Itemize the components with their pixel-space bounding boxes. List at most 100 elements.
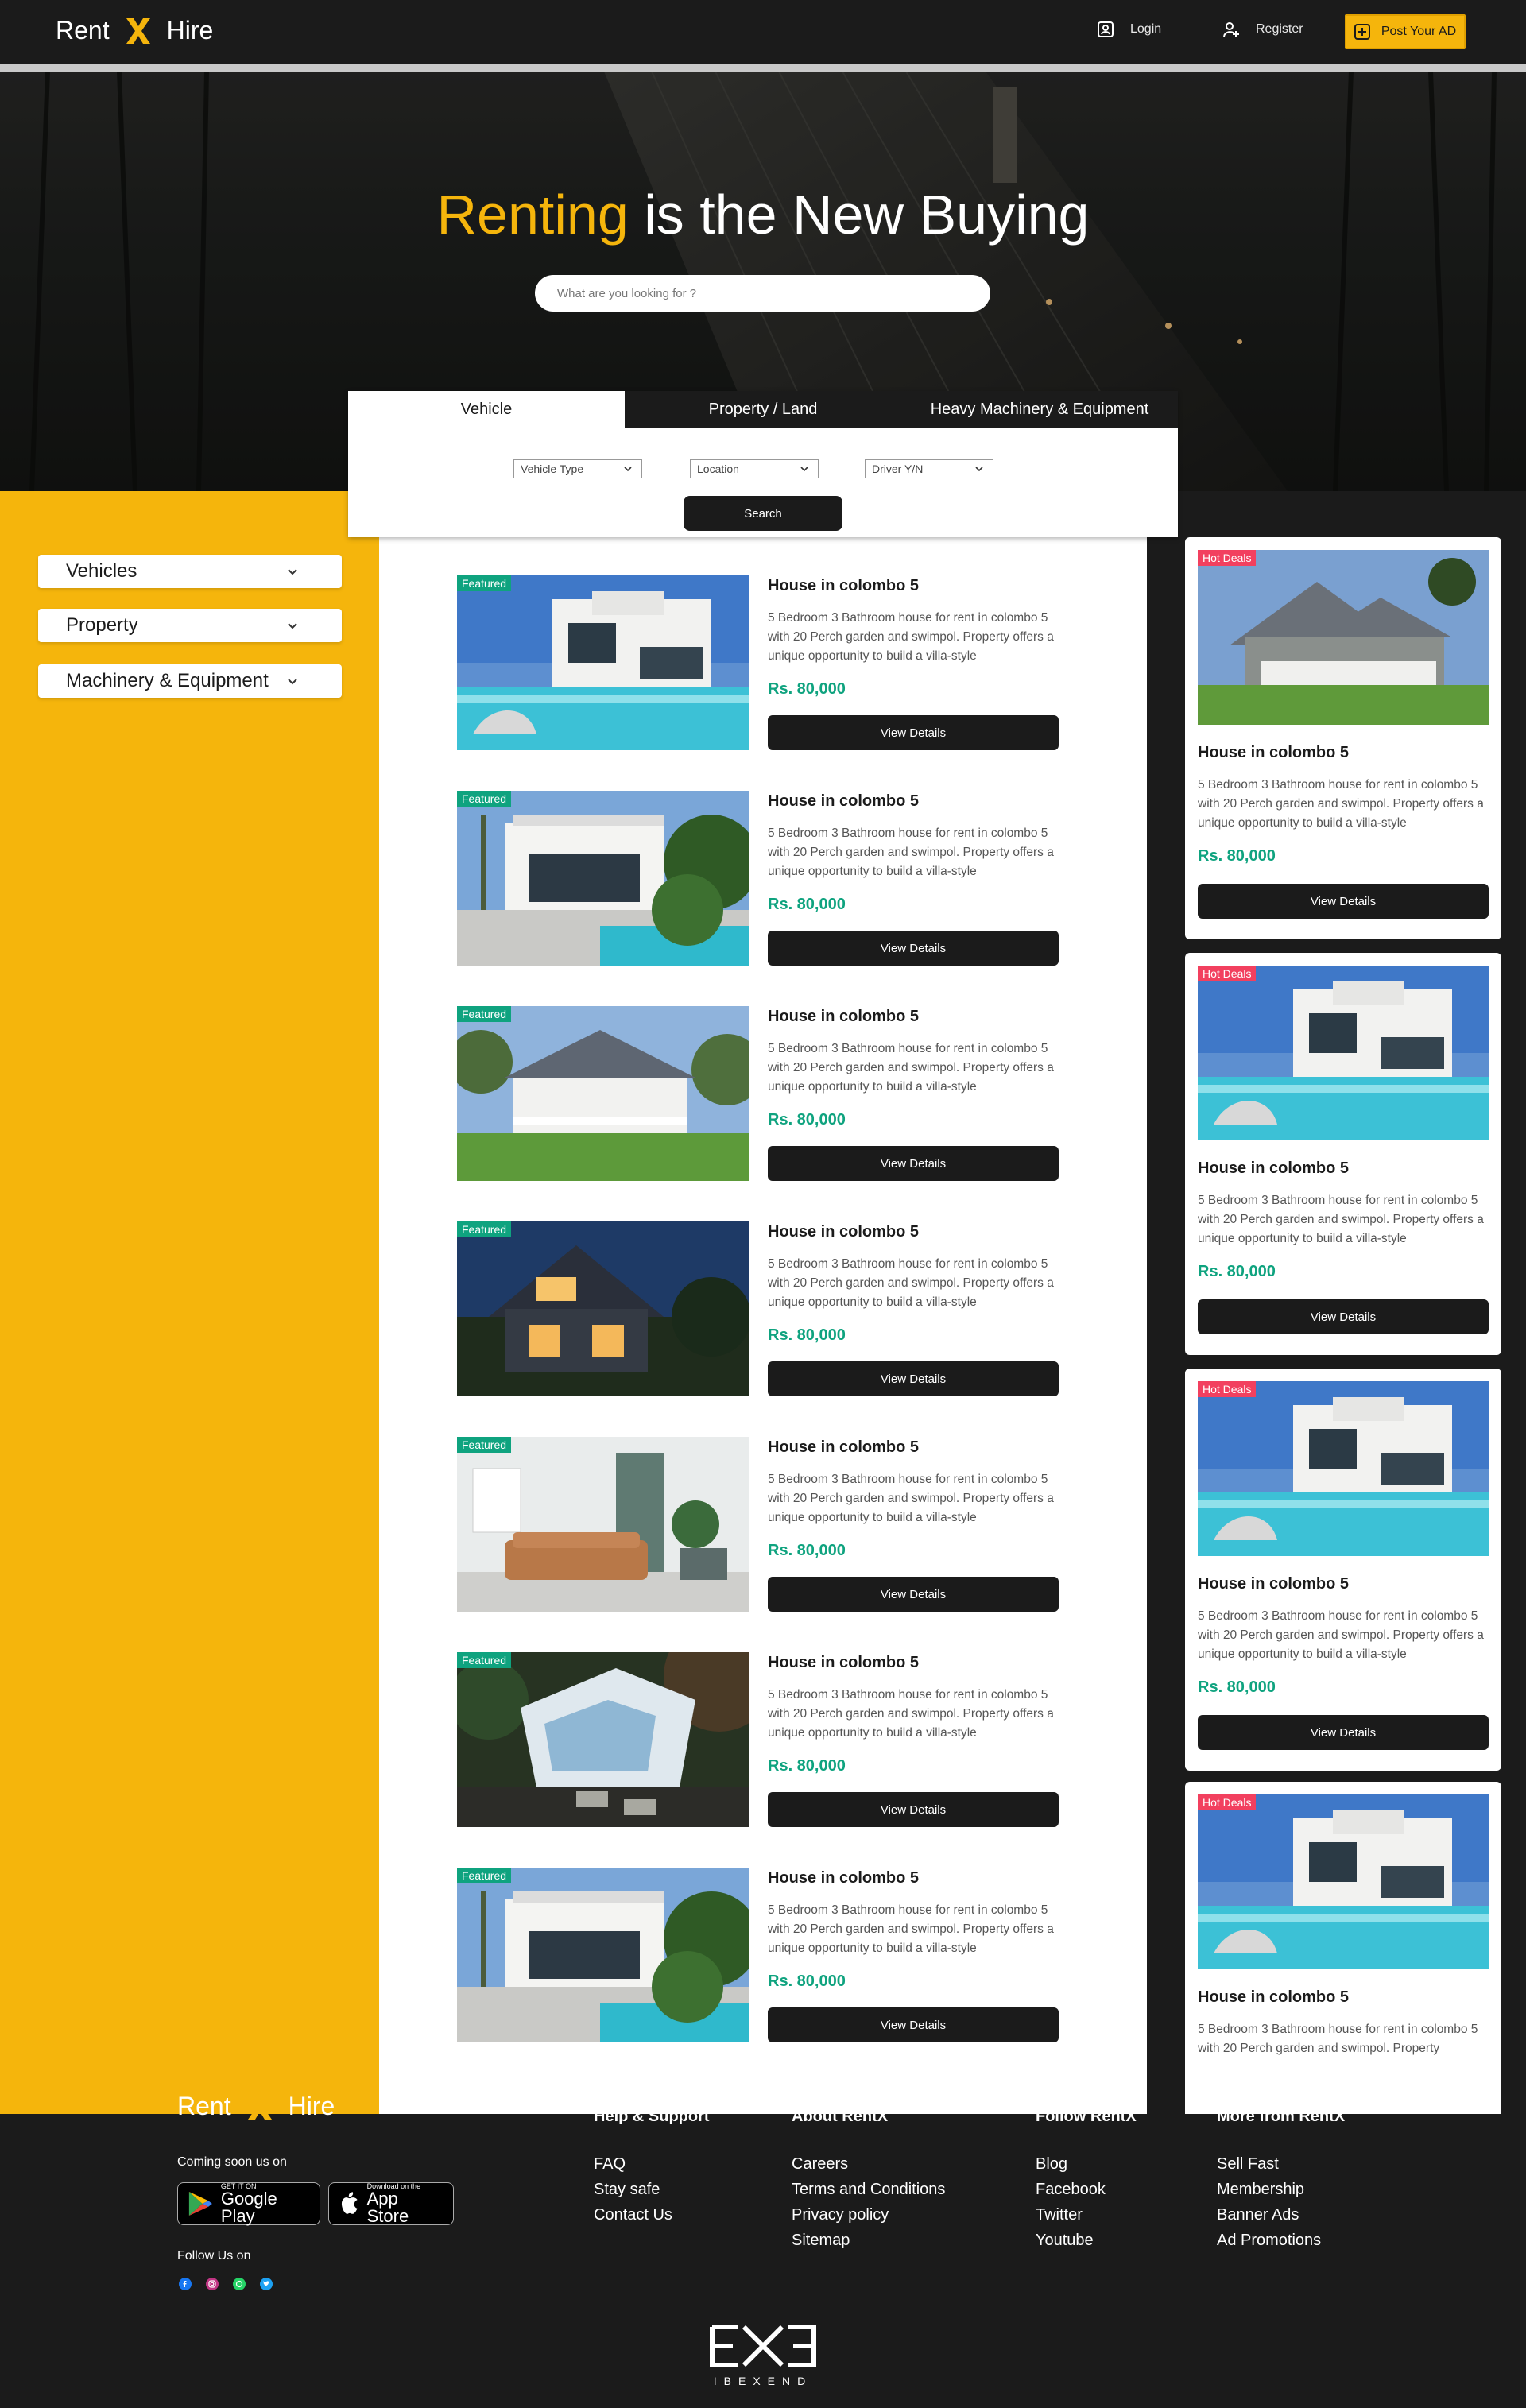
footer-link-stay-safe[interactable]: Stay safe (594, 2181, 660, 2199)
listing-photo[interactable]: Featured (457, 1868, 749, 2042)
listing-title[interactable]: House in colombo 5 (768, 1869, 919, 1887)
hot-deal-card[interactable]: Hot Deals House in colombo 5 5 Bedroom 3… (1185, 1782, 1501, 2114)
driver-select[interactable]: Driver Y/N (865, 459, 993, 478)
view-details-button[interactable]: View Details (768, 2007, 1059, 2042)
footer-link-careers[interactable]: Careers (792, 2155, 848, 2174)
listing-image (457, 1006, 749, 1181)
footer-logo[interactable]: Rent Hire (177, 2092, 335, 2121)
view-details-button[interactable]: View Details (768, 1792, 1059, 1827)
hot-deal-photo[interactable]: Hot Deals (1198, 550, 1489, 725)
tab-property-land[interactable]: Property / Land (625, 391, 901, 428)
vehicle-type-select[interactable]: Vehicle Type (513, 459, 642, 478)
driver-select-value: Driver Y/N (872, 463, 924, 475)
footer-link-privacy[interactable]: Privacy policy (792, 2206, 889, 2224)
hero-title-accent: Renting (436, 184, 629, 246)
footer-col-title-follow: Follow RentX (1036, 2108, 1137, 2125)
hot-deals-badge: Hot Deals (1198, 1381, 1257, 1397)
hot-deal-card[interactable]: Hot Deals House in colombo 5 5 Bedroom 3… (1185, 953, 1501, 1355)
view-details-button[interactable]: View Details (1198, 884, 1489, 919)
instagram-icon[interactable] (206, 2278, 219, 2290)
footer-link-sell-fast[interactable]: Sell Fast (1217, 2155, 1279, 2174)
view-details-button[interactable]: View Details (1198, 1299, 1489, 1334)
post-ad-label: Post Your AD (1381, 25, 1457, 38)
site-logo[interactable]: Rent Hire (56, 16, 213, 45)
listing-card[interactable]: Featured House in colombo 5 5 Bedroom 3 … (457, 1221, 1061, 1398)
apple-icon (341, 2192, 358, 2214)
hot-deal-title[interactable]: House in colombo 5 (1198, 1159, 1349, 1178)
view-details-button[interactable]: View Details (1198, 1715, 1489, 1750)
tab-vehicle[interactable]: Vehicle (348, 391, 625, 428)
hot-deal-title[interactable]: House in colombo 5 (1198, 1988, 1349, 2007)
listing-price: Rs. 80,000 (768, 680, 846, 698)
listing-title[interactable]: House in colombo 5 (768, 577, 919, 595)
hot-deal-description: 5 Bedroom 3 Bathroom house for rent in c… (1198, 1609, 1484, 1661)
footer-link-membership[interactable]: Membership (1217, 2181, 1304, 2199)
view-details-button[interactable]: View Details (768, 715, 1059, 750)
follow-us-label: Follow Us on (177, 2249, 251, 2263)
register-link[interactable]: Register (1222, 21, 1303, 38)
hero-search-input[interactable] (535, 275, 990, 312)
listing-photo[interactable]: Featured (457, 791, 749, 966)
hot-deal-photo[interactable]: Hot Deals (1198, 966, 1489, 1140)
view-details-button[interactable]: View Details (768, 1577, 1059, 1612)
sidebar-item-machinery[interactable]: Machinery & Equipment (38, 664, 342, 698)
search-button[interactable]: Search (684, 496, 842, 531)
listing-description: 5 Bedroom 3 Bathroom house for rent in c… (768, 1903, 1054, 1955)
footer-link-banner-ads[interactable]: Banner Ads (1217, 2206, 1299, 2224)
plus-square-icon (1354, 24, 1370, 40)
listing-card[interactable]: Featured House in colombo 5 5 Bedroom 3 … (457, 1652, 1061, 1829)
footer-col-title-more: More from RentX (1217, 2108, 1346, 2125)
hot-deal-card[interactable]: Hot Deals House in colombo 5 5 Bedroom 3… (1185, 1369, 1501, 1771)
listing-photo[interactable]: Featured (457, 575, 749, 750)
location-select[interactable]: Location (690, 459, 819, 478)
app-store-badge[interactable]: Download on the App Store (328, 2182, 454, 2225)
footer-link-twitter[interactable]: Twitter (1036, 2206, 1083, 2224)
footer-link-facebook[interactable]: Facebook (1036, 2181, 1106, 2199)
tab-heavy-machinery[interactable]: Heavy Machinery & Equipment (901, 391, 1178, 428)
listing-price: Rs. 80,000 (768, 896, 846, 913)
footer-link-blog[interactable]: Blog (1036, 2155, 1067, 2174)
listing-title[interactable]: House in colombo 5 (768, 792, 919, 811)
hot-deal-photo[interactable]: Hot Deals (1198, 1381, 1489, 1556)
listing-card[interactable]: Featured House in colombo 5 5 Bedroom 3 … (457, 1006, 1061, 1183)
hot-deal-image (1198, 966, 1489, 1140)
footer-link-ad-promotions[interactable]: Ad Promotions (1217, 2232, 1321, 2250)
logo-text-hire: Hire (288, 2092, 335, 2120)
listing-card[interactable]: Featured House in colombo 5 5 Bedroom 3 … (457, 575, 1061, 752)
listing-photo[interactable]: Featured (457, 1006, 749, 1181)
twitter-icon[interactable] (260, 2278, 273, 2290)
footer-link-faq[interactable]: FAQ (594, 2155, 626, 2174)
footer-link-terms[interactable]: Terms and Conditions (792, 2181, 945, 2199)
whatsapp-icon[interactable] (233, 2278, 246, 2290)
google-play-badge[interactable]: GET IT ON Google Play (177, 2182, 320, 2225)
facebook-icon[interactable] (179, 2278, 192, 2290)
view-details-button[interactable]: View Details (768, 1146, 1059, 1181)
top-navbar: Rent Hire Login Register Post Your AD (0, 0, 1526, 64)
footer-link-sitemap[interactable]: Sitemap (792, 2232, 850, 2250)
listing-card[interactable]: Featured House in colombo 5 5 Bedroom 3 … (457, 791, 1061, 967)
category-tabs: Vehicle Property / Land Heavy Machinery … (348, 391, 1178, 428)
hot-deal-title[interactable]: House in colombo 5 (1198, 744, 1349, 762)
view-details-button[interactable]: View Details (768, 1361, 1059, 1396)
footer-link-contact[interactable]: Contact Us (594, 2206, 672, 2224)
listing-title[interactable]: House in colombo 5 (768, 1438, 919, 1457)
hot-deal-photo[interactable]: Hot Deals (1198, 1794, 1489, 1969)
listing-image (457, 1652, 749, 1827)
listing-title[interactable]: House in colombo 5 (768, 1223, 919, 1241)
login-link[interactable]: Login (1097, 21, 1161, 38)
listing-photo[interactable]: Featured (457, 1652, 749, 1827)
sidebar-item-property[interactable]: Property (38, 609, 342, 642)
view-details-button[interactable]: View Details (768, 931, 1059, 966)
listing-title[interactable]: House in colombo 5 (768, 1654, 919, 1672)
listing-photo[interactable]: Featured (457, 1437, 749, 1612)
hot-deal-title[interactable]: House in colombo 5 (1198, 1575, 1349, 1593)
footer-link-youtube[interactable]: Youtube (1036, 2232, 1094, 2250)
sidebar-item-label: Machinery & Equipment (66, 670, 269, 691)
hot-deal-card[interactable]: Hot Deals House in colombo 5 5 Bedroom 3… (1185, 537, 1501, 939)
listing-title[interactable]: House in colombo 5 (768, 1008, 919, 1026)
listing-card[interactable]: Featured House in colombo 5 5 Bedroom 3 … (457, 1437, 1061, 1613)
post-ad-button[interactable]: Post Your AD (1345, 14, 1466, 49)
listing-photo[interactable]: Featured (457, 1221, 749, 1396)
listing-card[interactable]: Featured House in colombo 5 5 Bedroom 3 … (457, 1868, 1061, 2044)
sidebar-item-vehicles[interactable]: Vehicles (38, 555, 342, 588)
